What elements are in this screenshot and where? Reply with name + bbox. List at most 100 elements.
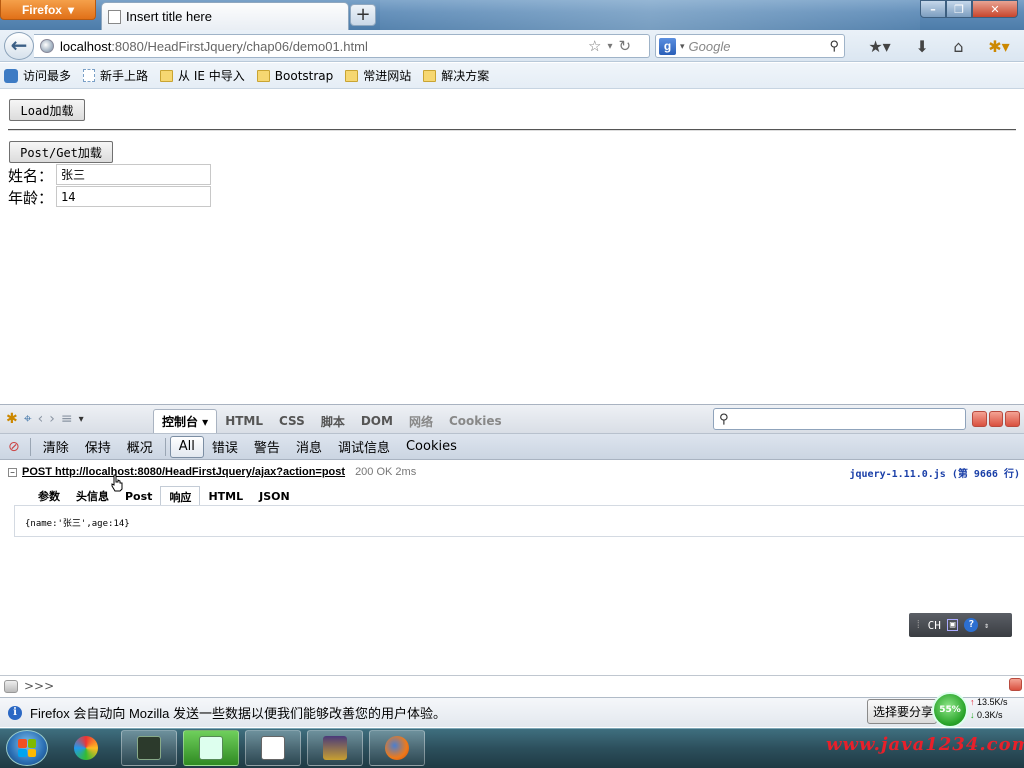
- load-button[interactable]: Load加载: [9, 99, 85, 121]
- url-path: :8080/HeadFirstJquery/chap06/demo01.html: [111, 38, 368, 54]
- name-field[interactable]: 张三: [56, 164, 211, 185]
- bookmark-item[interactable]: 从 IE 中导入: [160, 67, 245, 84]
- separator: [29, 437, 31, 456]
- ime-options-icon[interactable]: ⇕: [984, 621, 989, 630]
- xhr-request-row[interactable]: − POST http://localhost:8080/HeadFirstJq…: [8, 463, 1024, 481]
- url-bar[interactable]: localhost:8080/HeadFirstJquery/chap06/de…: [34, 34, 650, 58]
- request-source-link[interactable]: jquery-1.11.0.js (第 9666 行): [849, 465, 1020, 480]
- tab-response[interactable]: 响应: [160, 486, 201, 506]
- tab-html[interactable]: HTML: [217, 409, 271, 433]
- name-label: 姓名：: [8, 167, 54, 185]
- bookmark-label: 访问最多: [23, 69, 72, 83]
- bookmark-label: 新手上路: [100, 69, 149, 83]
- ime-toolbar[interactable]: ⁞ CH ▣ ? ⇕: [909, 613, 1012, 637]
- bookmark-item[interactable]: Bootstrap: [256, 68, 334, 83]
- break-on-error-icon[interactable]: ⊘: [8, 439, 20, 455]
- folder-icon: [345, 69, 359, 82]
- search-bar[interactable]: g ▾ Google ⚲: [655, 34, 845, 58]
- search-icon[interactable]: ⚲: [829, 38, 839, 54]
- tab-response-html[interactable]: HTML: [200, 486, 251, 506]
- hand-cursor-icon: [111, 474, 123, 492]
- firebug-toolbar-icons: ✱ ⌖ ‹ › ≡ ▾: [6, 409, 154, 429]
- maximize-button[interactable]: ❐: [946, 0, 972, 18]
- tab-net[interactable]: 网络: [401, 409, 441, 433]
- tab-script[interactable]: 脚本: [313, 409, 353, 433]
- tab-response-json[interactable]: JSON: [251, 486, 298, 506]
- history-dropdown-icon[interactable]: ▾: [607, 41, 612, 52]
- tab-dom[interactable]: DOM: [353, 409, 401, 433]
- bookmark-item[interactable]: 常进网站: [345, 67, 411, 84]
- menu-lines-icon[interactable]: ≡: [61, 411, 73, 427]
- download-icon[interactable]: ⬇: [915, 37, 928, 56]
- home-icon[interactable]: ⌂: [953, 37, 963, 56]
- bookmark-item[interactable]: 访问最多: [4, 67, 71, 84]
- tab-cookies[interactable]: Cookies: [441, 409, 510, 433]
- taskbar-app[interactable]: [307, 730, 363, 766]
- engine-dropdown-icon[interactable]: ▾: [680, 41, 685, 52]
- tab-params[interactable]: 参数: [30, 486, 68, 506]
- filter-warnings-button[interactable]: 警告: [246, 436, 288, 458]
- bookmark-item[interactable]: 新手上路: [83, 67, 148, 84]
- firebug-icon[interactable]: ✱: [6, 411, 18, 427]
- persist-button[interactable]: 保持: [77, 436, 119, 458]
- filter-cookies-button[interactable]: Cookies: [398, 436, 465, 458]
- forward-arrow-icon[interactable]: ›: [49, 411, 55, 427]
- taskbar-app[interactable]: [183, 730, 239, 766]
- filter-all-button[interactable]: All: [169, 435, 204, 458]
- colorful-app-icon: [74, 736, 98, 760]
- tab-css[interactable]: CSS: [271, 409, 313, 433]
- bookmark-label: 解决方案: [441, 69, 490, 83]
- google-engine-icon[interactable]: g: [659, 37, 676, 55]
- taskbar-app[interactable]: [369, 730, 425, 766]
- firefox-menu-button[interactable]: Firefox ▾: [0, 0, 96, 20]
- firebug-minimize-button[interactable]: [972, 411, 987, 427]
- choose-share-button[interactable]: 选择要分享: [867, 699, 937, 724]
- taskbar-app[interactable]: [58, 730, 114, 766]
- firebug-search-input[interactable]: ⚲: [713, 408, 966, 430]
- collapse-toggle-icon[interactable]: −: [8, 467, 17, 477]
- inspect-icon[interactable]: ⌖: [24, 411, 32, 427]
- help-icon[interactable]: ?: [964, 618, 979, 632]
- addon-icon[interactable]: ✱▾: [988, 37, 1009, 56]
- minimize-button[interactable]: –: [920, 0, 946, 18]
- url-host: localhost: [60, 38, 112, 54]
- console-toolbar: ⊘ 清除 保持 概况 All 错误 警告 消息 调试信息 Cookies: [0, 434, 1024, 460]
- windows-logo-icon: [18, 739, 36, 757]
- age-field[interactable]: 14: [56, 186, 211, 207]
- ime-language[interactable]: CH: [928, 619, 941, 632]
- taskbar-app[interactable]: [121, 730, 177, 766]
- firebug-detach-button[interactable]: [988, 411, 1004, 427]
- bookmark-label: Bootstrap: [274, 68, 334, 83]
- clear-button[interactable]: 清除: [35, 436, 77, 458]
- bookmark-item[interactable]: 解决方案: [423, 67, 489, 84]
- back-arrow-icon[interactable]: ‹: [38, 411, 44, 427]
- globe-icon: [40, 39, 54, 53]
- console-command-line[interactable]: >>>: [0, 675, 1024, 696]
- request-url[interactable]: POST http://localhost:8080/HeadFirstJque…: [22, 466, 345, 478]
- close-window-button[interactable]: ✕: [972, 0, 1018, 18]
- horizontal-rule: [8, 129, 1016, 131]
- filter-info-button[interactable]: 消息: [288, 436, 330, 458]
- filter-debug-button[interactable]: 调试信息: [330, 436, 398, 458]
- post-get-button[interactable]: Post/Get加载: [9, 141, 113, 163]
- profile-button[interactable]: 概况: [119, 436, 161, 458]
- age-label: 年龄：: [8, 189, 54, 207]
- bookmarks-menu-icon[interactable]: ★▾: [868, 37, 890, 56]
- reload-icon[interactable]: ↻: [618, 37, 631, 55]
- browser-tab[interactable]: Insert title here: [101, 2, 349, 30]
- taskbar-app[interactable]: [245, 730, 301, 766]
- command-editor-toggle-icon[interactable]: [4, 679, 18, 693]
- notification-text: Firefox 会自动向 Mozilla 发送一些数据以便我们能够改善您的用户体…: [30, 706, 447, 721]
- panel-dropdown-icon[interactable]: ▾: [79, 414, 84, 425]
- command-line-close-button[interactable]: [1009, 678, 1022, 691]
- filter-errors-button[interactable]: 错误: [204, 436, 246, 458]
- new-tab-button[interactable]: +: [350, 4, 376, 26]
- firebug-close-button[interactable]: [1005, 411, 1021, 427]
- bookmark-star-icon[interactable]: ☆: [588, 37, 601, 55]
- ime-mode-icon[interactable]: ▣: [946, 619, 959, 631]
- start-button[interactable]: [6, 730, 48, 766]
- tab-console[interactable]: 控制台 ▾: [153, 409, 218, 433]
- network-meter[interactable]: 55%: [932, 692, 968, 728]
- search-icon: ⚲: [719, 411, 729, 427]
- back-button[interactable]: ←: [4, 32, 34, 60]
